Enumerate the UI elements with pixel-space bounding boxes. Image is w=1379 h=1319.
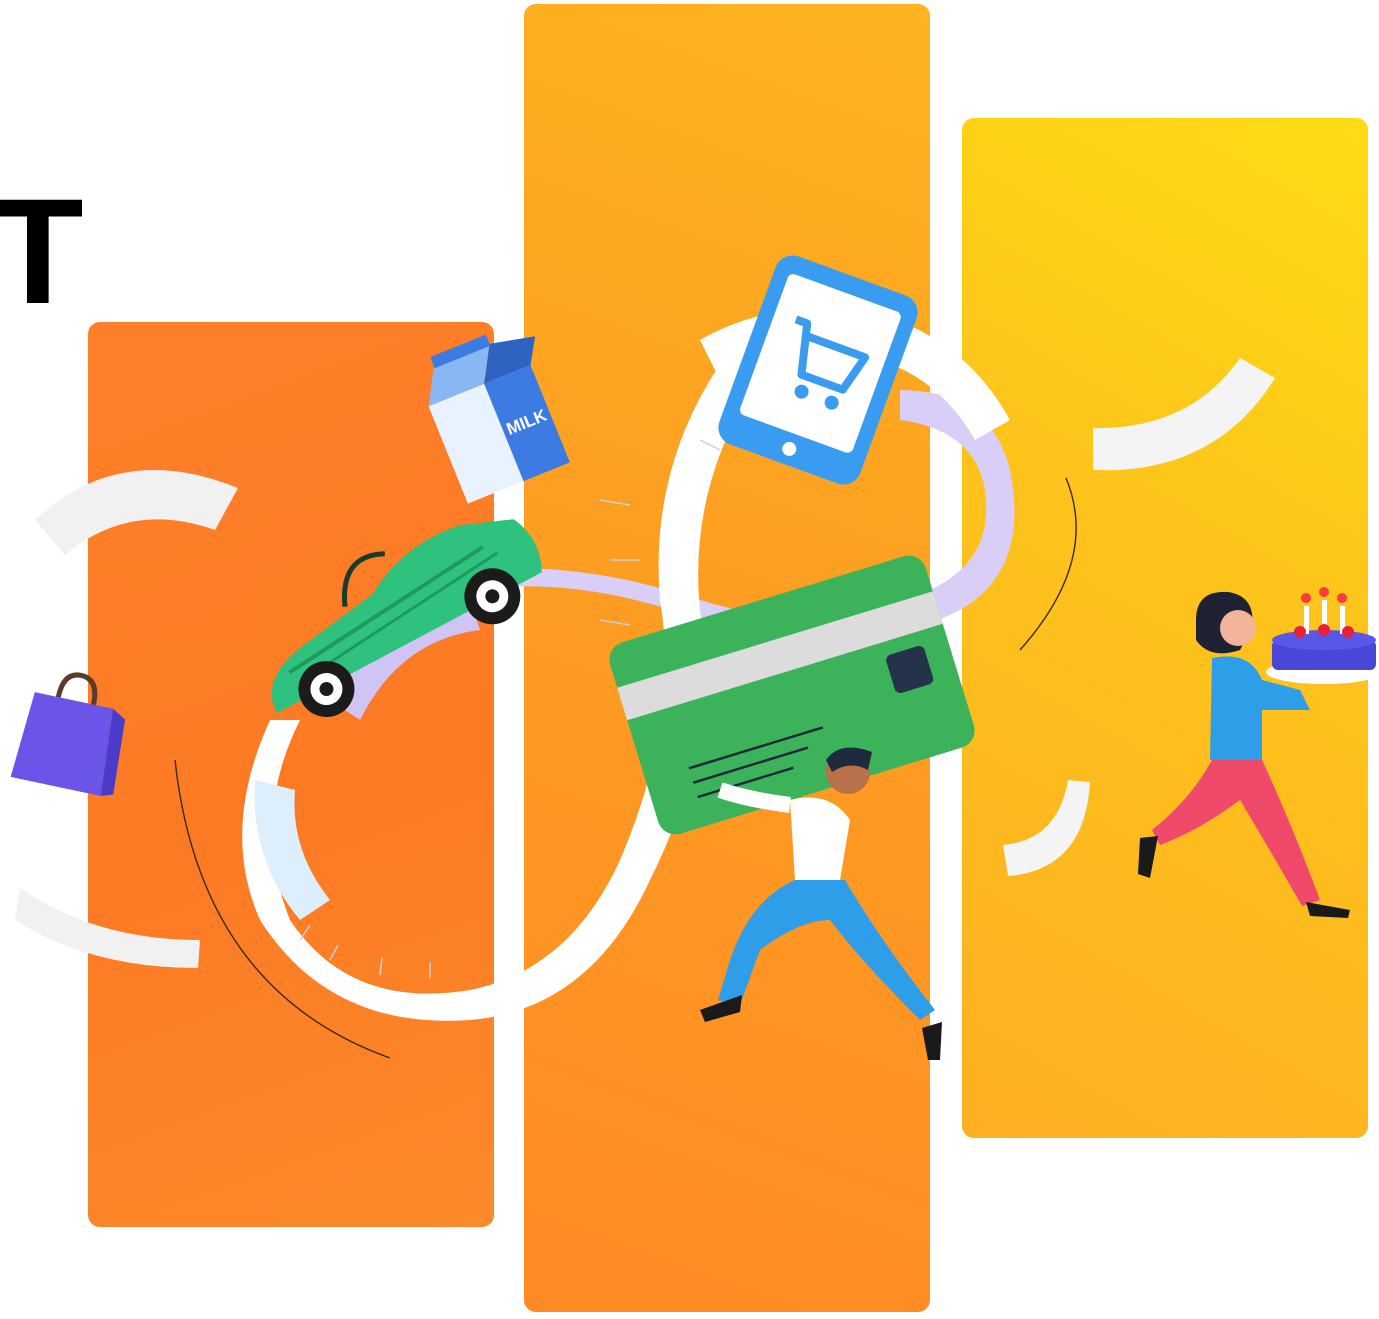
- receipt-fragment-left-bottom: [15, 888, 200, 968]
- hero-illustration: T MILK: [0, 0, 1379, 1319]
- motion-arc-right: [1019, 477, 1077, 651]
- shopping-bag-icon: [10, 672, 126, 797]
- receipt-fragment-left-top: [35, 470, 238, 555]
- tablet-cart-icon: [718, 255, 918, 485]
- woman-carrying-cake: [1138, 587, 1379, 918]
- illustration-art: MILK: [10, 255, 1379, 1060]
- man-pants: [718, 880, 935, 1020]
- woman-face: [1220, 610, 1256, 646]
- milk-carton-icon: MILK: [428, 334, 570, 504]
- receipt-fragment-right-bottom: [1003, 780, 1090, 876]
- man-carrying-card: [700, 747, 942, 1060]
- man-shirt: [790, 797, 850, 880]
- sports-car-icon: [271, 519, 542, 718]
- receipt-fragment-right-top: [1093, 358, 1275, 471]
- woman-pants: [1152, 760, 1320, 906]
- birthday-cake-icon: [1266, 587, 1379, 684]
